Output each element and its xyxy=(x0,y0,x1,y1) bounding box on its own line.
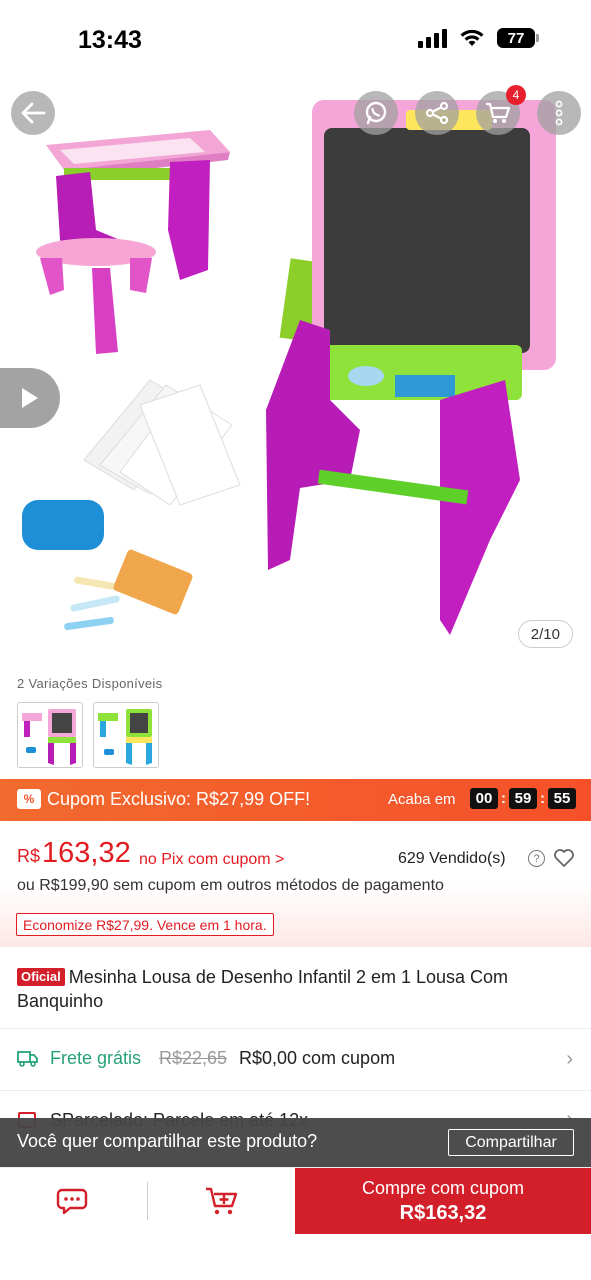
shipping-row[interactable]: Frete grátis R$22,65 R$0,00 com cupom › xyxy=(0,1030,591,1090)
status-icons: 77 xyxy=(418,28,539,48)
price-value: 163,32 xyxy=(42,837,131,869)
shipping-old-price: R$22,65 xyxy=(159,1048,228,1068)
coupon-icon: % xyxy=(17,789,41,809)
status-bar: 13:43 77 xyxy=(0,0,591,80)
truck-icon xyxy=(17,1051,38,1067)
status-time: 13:43 xyxy=(78,26,142,54)
free-shipping-label: Frete grátis xyxy=(50,1048,142,1068)
more-vertical-icon xyxy=(555,100,563,126)
timer-seconds: 55 xyxy=(548,788,576,809)
product-title-text: Mesinha Lousa de Desenho Infantil 2 em 1… xyxy=(17,967,509,1011)
chevron-right-icon: › xyxy=(566,1048,573,1070)
timer-minutes: 59 xyxy=(509,788,537,809)
chalk-illustration xyxy=(64,549,193,631)
variation-thumb-green[interactable] xyxy=(93,702,159,768)
timer-hours: 00 xyxy=(470,788,498,809)
buy-with-coupon-button[interactable]: Compre com cupom R$163,32 xyxy=(295,1168,591,1234)
back-button[interactable] xyxy=(11,91,55,135)
price-section: R$ 163,32 no Pix com cupom > 629 Vendido… xyxy=(0,821,591,947)
cart-count-badge: 4 xyxy=(506,85,526,105)
variation-thumb-pink[interactable] xyxy=(17,702,83,768)
alt-price-text: ou R$199,90 sem cupom em outros métodos … xyxy=(17,877,444,894)
play-icon xyxy=(22,388,38,408)
more-options-button[interactable] xyxy=(537,91,581,135)
product-image-gallery[interactable]: 4 2/10 xyxy=(0,80,591,665)
coupon-banner[interactable]: % Cupom Exclusivo: R$27,99 OFF! Acaba em… xyxy=(0,779,591,821)
savings-tag: Economize R$27,99. Vence em 1 hora. xyxy=(16,913,274,936)
share-prompt: Você quer compartilhar este produto? Com… xyxy=(0,1118,591,1167)
chat-button[interactable] xyxy=(0,1168,148,1234)
variation-image-green xyxy=(98,709,152,765)
coupon-text: Cupom Exclusivo: R$27,99 OFF! xyxy=(47,789,311,809)
arrow-left-icon xyxy=(21,102,46,124)
variation-image-pink xyxy=(22,709,76,765)
sold-count: 629 Vendido(s) xyxy=(398,850,506,867)
eraser-illustration xyxy=(22,500,104,550)
coupon-ends-label: Acaba em xyxy=(388,791,456,808)
whatsapp-button[interactable] xyxy=(354,91,398,135)
official-badge: Oficial xyxy=(17,968,65,986)
pix-coupon-link[interactable]: no Pix com cupom > xyxy=(139,851,284,869)
desk-illustration xyxy=(36,130,230,354)
share-button[interactable] xyxy=(415,91,459,135)
help-icon[interactable]: ? xyxy=(528,850,545,867)
paper-sheets-illustration xyxy=(83,379,241,506)
product-title: Oficial Mesinha Lousa de Desenho Infantil… xyxy=(17,965,577,1013)
signal-icon xyxy=(418,28,447,48)
battery-level: 77 xyxy=(497,28,535,48)
add-to-cart-button[interactable] xyxy=(148,1168,296,1234)
bottom-action-bar: Compre com cupom R$163,32 xyxy=(0,1167,591,1234)
easel-illustration xyxy=(266,100,556,635)
cart-button[interactable]: 4 xyxy=(476,85,526,135)
product-image xyxy=(22,100,556,635)
price-currency: R$ xyxy=(17,846,41,866)
wifi-icon xyxy=(460,29,484,46)
divider xyxy=(0,1090,591,1091)
battery-icon: 77 xyxy=(497,28,539,48)
share-icon xyxy=(425,101,449,125)
variations-title: 2 Variações Disponíveis xyxy=(17,676,163,691)
image-counter: 2/10 xyxy=(517,620,573,648)
product-page: 13:43 77 4 2/10 2 Variações Disponíveis … xyxy=(0,0,591,1280)
share-question: Você quer compartilhar este produto? xyxy=(17,1131,318,1151)
chat-icon xyxy=(56,1188,88,1215)
heart-icon[interactable] xyxy=(553,848,575,868)
buy-button-price: R$163,32 xyxy=(399,1201,487,1224)
play-video-button[interactable] xyxy=(0,368,60,428)
shipping-new-price: R$0,00 com cupom xyxy=(239,1048,396,1068)
whatsapp-icon xyxy=(365,101,387,125)
buy-button-label: Compre com cupom xyxy=(361,1177,525,1198)
countdown-timer: 00 : 59 : 55 xyxy=(470,788,576,809)
share-product-button[interactable]: Compartilhar xyxy=(448,1129,574,1156)
cart-icon xyxy=(486,102,511,123)
divider xyxy=(0,1028,591,1029)
add-to-cart-icon xyxy=(206,1187,238,1215)
